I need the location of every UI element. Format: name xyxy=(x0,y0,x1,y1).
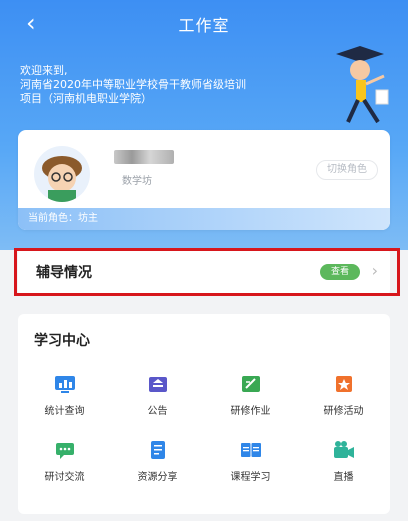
user-card: 数学坊 切换角色 当前角色：坊主 xyxy=(18,130,390,230)
grid-item-resource-share[interactable]: 资源分享 xyxy=(111,436,204,502)
grid-item-activity[interactable]: 研修活动 xyxy=(297,370,390,436)
user-name-redacted xyxy=(114,150,174,164)
discussion-icon xyxy=(54,440,76,460)
resource-share-icon xyxy=(147,440,169,460)
grid-item-course[interactable]: 课程学习 xyxy=(204,436,297,502)
homework-icon xyxy=(240,374,262,394)
grid-item-live[interactable]: 直播 xyxy=(297,436,390,502)
study-center-card: 学习中心 统计查询 公告 研修作业 研修活动 研讨交流 资源分享 课程学习 直播 xyxy=(18,314,390,514)
grid-item-statistics[interactable]: 统计查询 xyxy=(18,370,111,436)
user-role-label: 数学坊 xyxy=(122,176,152,187)
highlight-box xyxy=(14,248,400,296)
activity-icon xyxy=(333,374,355,394)
avatar xyxy=(34,146,90,202)
statistics-icon xyxy=(54,374,76,394)
study-center-grid: 统计查询 公告 研修作业 研修活动 研讨交流 资源分享 课程学习 直播 xyxy=(18,370,390,502)
study-center-title: 学习中心 xyxy=(34,333,90,349)
grid-item-announcement[interactable]: 公告 xyxy=(111,370,204,436)
welcome-text: 欢迎来到, 河南省2020年中等职业学校骨干教师省级培训 项目（河南机电职业学院… xyxy=(20,64,246,105)
current-role-bar: 当前角色：坊主 xyxy=(18,208,390,230)
announcement-icon xyxy=(147,374,169,394)
course-book-icon xyxy=(240,440,262,460)
grid-item-homework[interactable]: 研修作业 xyxy=(204,370,297,436)
page-title: 工作室 xyxy=(178,16,230,35)
header-banner: ‹ 工作室 欢迎来到, 河南省2020年中等职业学校骨干教师省级培训 项目（河南… xyxy=(0,0,408,250)
grid-item-discussion[interactable]: 研讨交流 xyxy=(18,436,111,502)
graduate-mascot-icon xyxy=(336,46,389,124)
switch-role-button[interactable]: 切换角色 xyxy=(316,160,378,180)
live-camera-icon xyxy=(333,440,355,460)
